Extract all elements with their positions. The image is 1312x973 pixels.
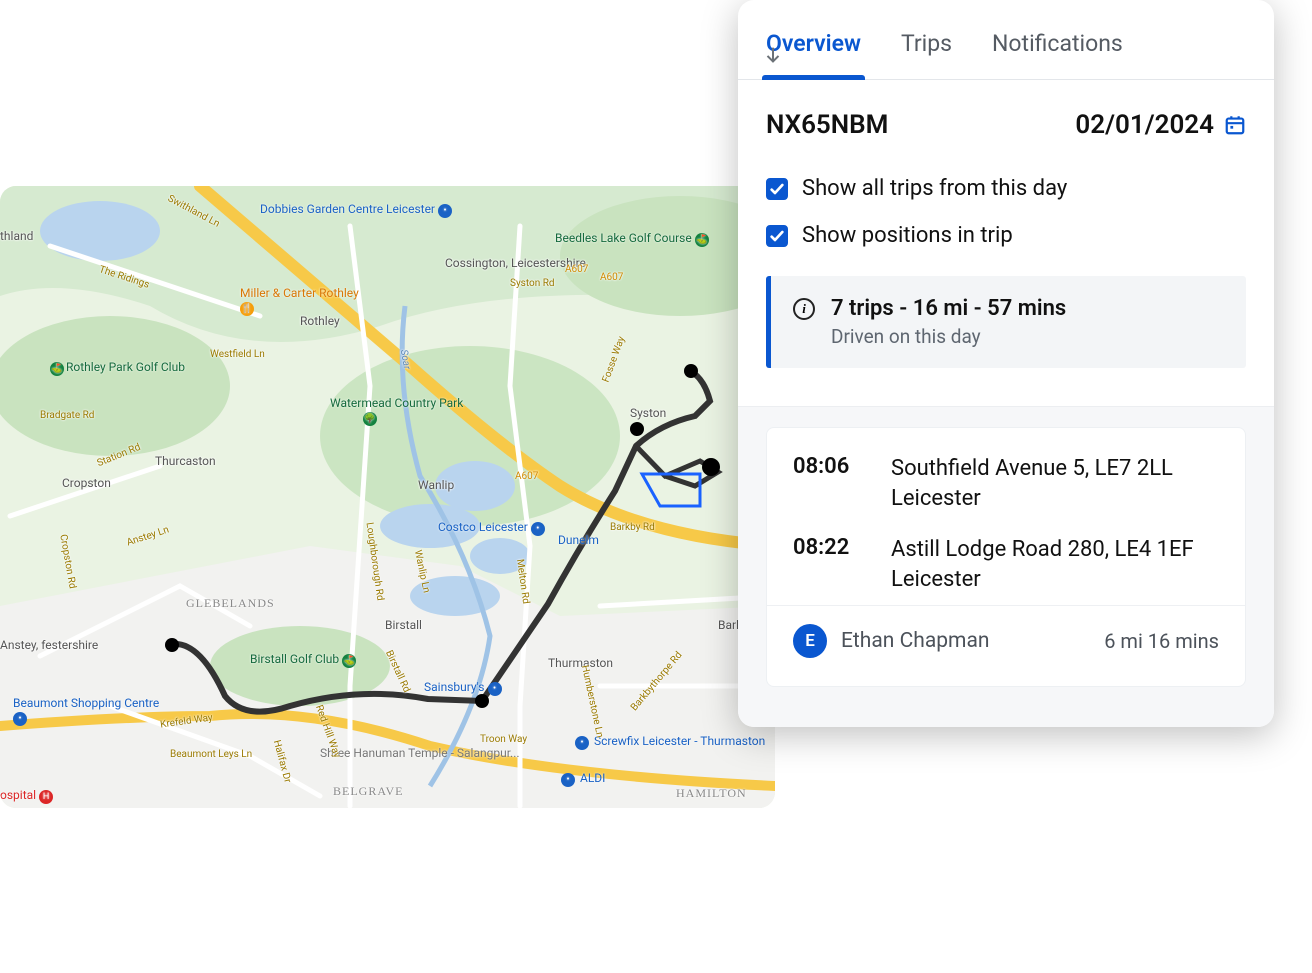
tab-overview[interactable]: Overview xyxy=(766,0,861,79)
calendar-icon xyxy=(1224,114,1246,136)
trip-card[interactable]: 08:06 Southfield Avenue 5, LE7 2LL Leice… xyxy=(766,427,1246,687)
summary-subtitle: Driven on this day xyxy=(831,325,1066,348)
tabs: Overview Trips Notifications xyxy=(738,0,1274,80)
panel-header: NX65NBM 02/01/2024 xyxy=(766,110,1246,140)
checkbox-label: Show positions in trip xyxy=(802,223,1013,248)
map-canvas xyxy=(0,186,775,808)
checkbox-show-all-trips[interactable]: Show all trips from this day xyxy=(766,176,1246,201)
vehicle-id: NX65NBM xyxy=(766,110,888,140)
date-value: 02/01/2024 xyxy=(1075,110,1214,140)
arrow-down-icon xyxy=(762,44,784,66)
trip-start-time: 08:06 xyxy=(793,454,863,513)
trips-list: 08:06 Southfield Avenue 5, LE7 2LL Leice… xyxy=(738,406,1274,727)
trip-start-address: Southfield Avenue 5, LE7 2LL Leicester xyxy=(891,454,1173,513)
summary-title: 7 trips - 16 mi - 57 mins xyxy=(831,296,1066,321)
checkbox-icon xyxy=(766,178,788,200)
trip-distance-duration: 6 mi 16 mins xyxy=(1104,629,1219,653)
tab-trips[interactable]: Trips xyxy=(901,0,952,79)
trip-end-time: 08:22 xyxy=(793,535,863,594)
map[interactable]: Rothley thland Thurcaston Cropston Anste… xyxy=(0,186,775,808)
trip-end-address: Astill Lodge Road 280, LE4 1EF Leicester xyxy=(891,535,1194,594)
checkbox-icon xyxy=(766,225,788,247)
details-panel: Overview Trips Notifications NX65NBM 02/… xyxy=(738,0,1274,727)
driver-avatar: E xyxy=(793,624,827,658)
tab-notifications[interactable]: Notifications xyxy=(992,0,1123,79)
checkbox-label: Show all trips from this day xyxy=(802,176,1067,201)
checkbox-show-positions[interactable]: Show positions in trip xyxy=(766,223,1246,248)
info-icon: i xyxy=(793,298,815,320)
date-picker[interactable]: 02/01/2024 xyxy=(1075,110,1246,140)
trip-footer: E Ethan Chapman 6 mi 16 mins xyxy=(767,605,1245,676)
driver-name: Ethan Chapman xyxy=(841,629,1090,653)
day-summary: i 7 trips - 16 mi - 57 mins Driven on th… xyxy=(766,276,1246,368)
